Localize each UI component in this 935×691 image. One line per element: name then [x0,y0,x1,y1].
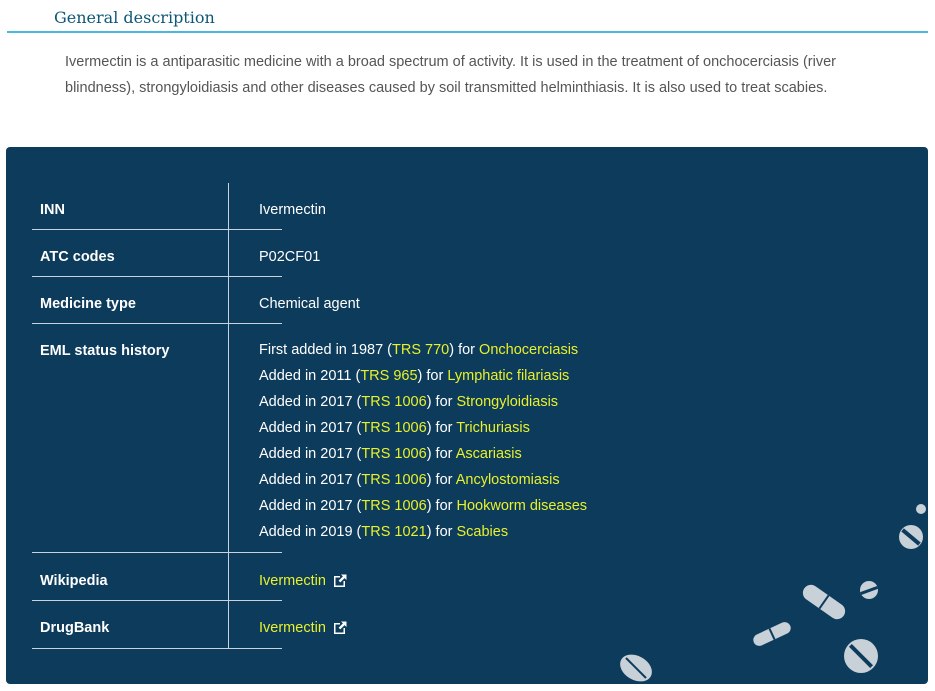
row-eml-status-history: EML status history First added in 1987 (… [32,324,587,553]
inn-value: Ivermectin [259,202,326,218]
history-entry-text: ) for [417,368,448,384]
row-wikipedia: Wikipedia Ivermectin [32,553,347,601]
pill-icon [620,654,652,682]
pill-icon [916,504,926,514]
general-description-text: Ivermectin is a antiparasitic medicine w… [65,54,836,96]
history-entry: Added in 2017 (TRS 1006) for Strongyloid… [259,389,587,415]
drugbank-label: DrugBank [40,620,110,636]
atc-codes-value: P02CF01 [259,249,321,265]
wikipedia-link[interactable]: Ivermectin [259,573,326,589]
trs-link[interactable]: TRS 1006 [361,446,426,462]
trs-link[interactable]: TRS 1006 [361,498,426,514]
column-divider [228,324,229,552]
history-entry: First added in 1987 (TRS 770) for Onchoc… [259,337,587,363]
row-atc-codes: ATC codes P02CF01 [32,230,320,277]
pill-icon [802,584,846,620]
column-divider [228,553,229,600]
history-entry: Added in 2019 (TRS 1021) for Scabies [259,519,587,545]
eml-status-history-label: EML status history [40,343,170,359]
medicine-type-label: Medicine type [40,296,136,312]
history-entry-text: ) for [426,498,457,514]
history-entry-text: Added in 2011 ( [259,368,361,384]
history-entry: Added in 2017 (TRS 1006) for Ascariasis [259,441,587,467]
history-entry-text: Added in 2017 ( [259,472,362,488]
inn-label: INN [40,202,65,218]
disease-link[interactable]: Trichuriasis [456,420,530,436]
history-entry-text: ) for [426,472,456,488]
section-header: General description [7,0,928,33]
trs-link[interactable]: TRS 770 [392,342,449,358]
trs-link[interactable]: TRS 1006 [361,420,426,436]
row-drugbank: DrugBank Ivermectin [32,601,347,649]
trs-link[interactable]: TRS 1006 [361,472,426,488]
column-divider [228,601,229,648]
history-entry: Added in 2017 (TRS 1006) for Hookworm di… [259,493,587,519]
drugbank-link-wrap: Ivermectin [259,620,347,638]
history-entry-text: ) for [426,394,457,410]
history-entry: Added in 2017 (TRS 1006) for Trichuriasi… [259,415,587,441]
history-entry-text: Added in 2017 ( [259,498,362,514]
history-entry-text: Added in 2017 ( [259,394,362,410]
history-entry-text: ) for [449,342,480,358]
drugbank-link[interactable]: Ivermectin [259,620,326,636]
pill-icon [844,639,878,673]
pill-icon [753,622,791,646]
pill-icon [899,525,923,549]
disease-link[interactable]: Ascariasis [456,446,522,462]
disease-link[interactable]: Ancylostomiasis [456,472,560,488]
disease-link[interactable]: Strongyloidiasis [457,394,559,410]
disease-link[interactable]: Hookworm diseases [457,498,588,514]
column-divider [228,277,229,323]
row-inn: INN Ivermectin [32,183,326,230]
medicine-type-value: Chemical agent [259,296,360,312]
trs-link[interactable]: TRS 965 [360,368,417,384]
external-link-icon[interactable] [333,621,347,638]
history-entry-text: First added in 1987 ( [259,342,392,358]
medicine-info-panel: INN Ivermectin ATC codes P02CF01 Medicin… [6,147,928,684]
atc-codes-label: ATC codes [40,249,115,265]
column-divider [228,183,229,229]
eml-history-list: First added in 1987 (TRS 770) for Onchoc… [259,337,587,545]
external-link-icon[interactable] [333,574,347,591]
disease-link[interactable]: Lymphatic filariasis [447,368,569,384]
history-entry-text: ) for [426,420,457,436]
section-title: General description [54,8,215,27]
history-entry-text: Added in 2019 ( [259,524,362,540]
column-divider [228,230,229,276]
wikipedia-label: Wikipedia [40,573,108,589]
history-entry-text: Added in 2017 ( [259,446,362,462]
trs-link[interactable]: TRS 1006 [361,394,426,410]
history-entry-text: Added in 2017 ( [259,420,362,436]
row-medicine-type: Medicine type Chemical agent [32,277,360,324]
disease-link[interactable]: Onchocerciasis [479,342,578,358]
pill-icon [860,581,879,599]
history-entry-text: ) for [426,524,457,540]
history-entry-text: ) for [426,446,456,462]
trs-link[interactable]: TRS 1021 [361,524,426,540]
wikipedia-link-wrap: Ivermectin [259,573,347,591]
history-entry: Added in 2017 (TRS 1006) for Ancylostomi… [259,467,587,493]
info-table: INN Ivermectin ATC codes P02CF01 Medicin… [32,183,587,649]
disease-link[interactable]: Scabies [457,524,509,540]
history-entry: Added in 2011 (TRS 965) for Lymphatic fi… [259,363,587,389]
